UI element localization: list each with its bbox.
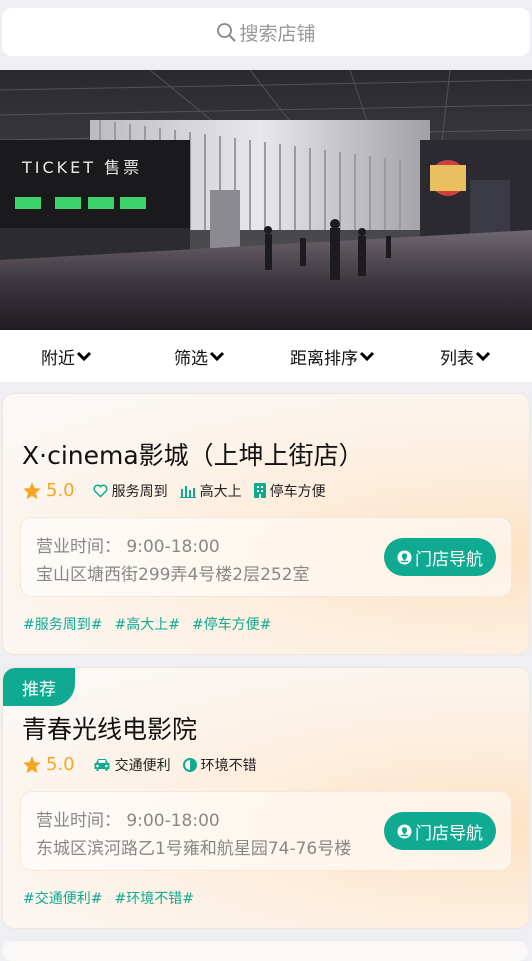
tag[interactable]: #环境不错# <box>114 888 193 908</box>
rating-row: 5.0 交通便利 环境不错 <box>22 754 269 775</box>
search-input[interactable]: 搜索店铺 <box>2 8 530 56</box>
feature-label: 高大上 <box>199 483 242 500</box>
store-info-box: 营业时间： 9:00-18:00 东城区滨河路乙1号雍和航星园74-76号楼 门… <box>20 791 512 871</box>
chevron-down-icon <box>209 351 225 362</box>
building-icon <box>253 483 266 498</box>
store-card-partial[interactable] <box>2 941 528 961</box>
tag[interactable]: #交通便利# <box>23 888 102 908</box>
cinema-lobby-illustration: TICKET 售票 <box>0 70 532 330</box>
rating-value: 5.0 <box>46 754 75 775</box>
tag[interactable]: #服务周到# <box>23 614 102 634</box>
store-info-box: 营业时间： 9:00-18:00 宝山区塘西街299弄4号楼2层252室 门店导… <box>20 517 512 597</box>
star-icon <box>23 755 41 773</box>
car-icon <box>94 759 110 771</box>
store-card[interactable]: X·cinema影城（上坤上街店） 5.0 服务周到 高大上 停车方便 营业时间… <box>2 393 530 655</box>
location-pin-icon <box>397 823 412 839</box>
feature-label: 环境不错 <box>200 757 257 774</box>
feature-label: 停车方便 <box>269 483 326 500</box>
filter-label: 筛选 <box>174 348 208 369</box>
business-hours: 营业时间： 9:00-18:00 <box>36 811 220 831</box>
feature-item: 环境不错 <box>182 755 257 775</box>
heart-icon <box>93 484 108 498</box>
rating-row: 5.0 服务周到 高大上 停车方便 <box>22 480 338 501</box>
tag-list: #服务周到# #高大上# #停车方便# <box>23 614 283 634</box>
store-navigation-button[interactable]: 门店导航 <box>384 538 496 576</box>
store-name: 青春光线电影院 <box>22 715 198 744</box>
filter-label: 距离排序 <box>290 348 358 369</box>
feature-label: 交通便利 <box>114 757 171 774</box>
filter-label: 列表 <box>440 348 474 369</box>
filter-screen[interactable]: 筛选 <box>133 344 266 369</box>
tag-list: #交通便利# #环境不错# <box>23 888 206 908</box>
tag[interactable]: #停车方便# <box>192 614 271 634</box>
filter-list-view[interactable]: 列表 <box>399 344 532 369</box>
chevron-down-icon <box>359 351 375 362</box>
star-icon <box>23 481 41 499</box>
feature-item: 高大上 <box>179 481 242 501</box>
chevron-down-icon <box>475 351 491 362</box>
feature-item: 服务周到 <box>93 481 168 501</box>
filter-nearby[interactable]: 附近 <box>0 344 133 369</box>
nav-button-label: 门店导航 <box>415 549 483 570</box>
filter-label: 附近 <box>41 348 75 369</box>
search-placeholder: 搜索店铺 <box>239 22 316 45</box>
store-address: 东城区滨河路乙1号雍和航星园74-76号楼 <box>36 839 352 859</box>
store-name: X·cinema影城（上坤上街店） <box>22 441 364 470</box>
store-navigation-button[interactable]: 门店导航 <box>384 812 496 850</box>
tag[interactable]: #高大上# <box>114 614 179 634</box>
banner-image[interactable]: TICKET 售票 <box>0 70 532 330</box>
search-icon <box>217 23 236 42</box>
bar-chart-icon <box>179 485 196 498</box>
filter-distance-sort[interactable]: 距离排序 <box>266 344 399 369</box>
half-circle-icon <box>182 757 197 772</box>
business-hours: 营业时间： 9:00-18:00 <box>36 537 220 557</box>
filter-bar: 附近 筛选 距离排序 列表 <box>0 330 532 382</box>
chevron-down-icon <box>76 351 92 362</box>
feature-item: 停车方便 <box>253 481 326 501</box>
ticket-sign: TICKET 售票 <box>21 158 142 177</box>
location-pin-icon <box>397 549 412 565</box>
rating-value: 5.0 <box>46 480 75 501</box>
store-card[interactable]: 推荐 青春光线电影院 5.0 交通便利 环境不错 营业时间： 9:00-18:0… <box>2 667 530 929</box>
store-address: 宝山区塘西街299弄4号楼2层252室 <box>36 565 310 585</box>
search-bar: 搜索店铺 <box>0 0 532 62</box>
feature-item: 交通便利 <box>93 755 171 775</box>
recommend-badge: 推荐 <box>3 668 75 706</box>
nav-button-label: 门店导航 <box>415 823 483 844</box>
feature-label: 服务周到 <box>111 483 168 500</box>
